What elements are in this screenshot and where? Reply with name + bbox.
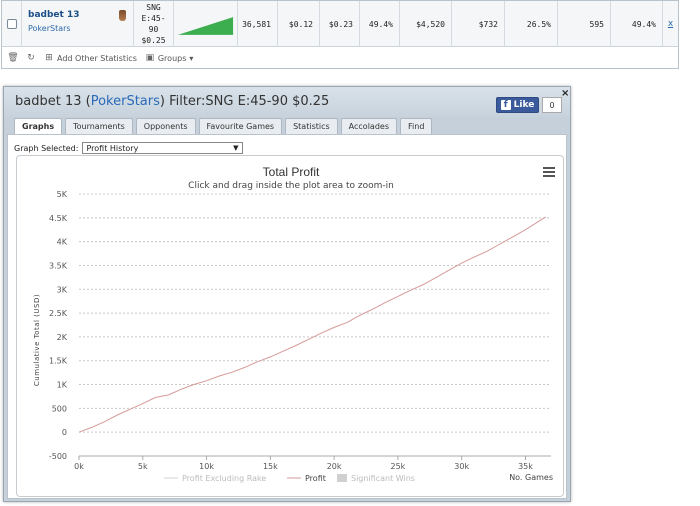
x-tick-label: 0k [74,462,84,471]
profit-series-line [78,216,546,433]
y-tick-label: 3.5K [49,261,68,270]
game-line: $0.25 [141,36,166,45]
profit-chart-svg[interactable]: -500 0 500 1K 1.5K 2K 2.5K 3K 3.5K 4K 4.5K 5K 0k 5k 10… [17,156,565,498]
legend-swatch-significant-wins [337,474,347,482]
graph-selected-label: Graph Selected: [14,143,79,153]
dialog-title: badbet 13 (PokerStars) Filter:SNG E:45-9… [15,94,329,109]
stat-win-pct: 49.4% [611,1,663,47]
stat-rake: $732 [452,1,505,47]
facebook-like-button[interactable]: f Like [496,97,539,113]
stat-games: 36,581 [238,1,278,47]
chart-legend: Profit Excluding Rake Profit Significant… [164,474,415,483]
groups-dropdown[interactable]: ▣ Groups ▾ [145,53,194,63]
y-tick-label: 500 [52,404,67,413]
add-statistics-button[interactable]: ⊞ Add Other Statistics [44,53,137,63]
graph-select-dropdown[interactable]: Profit History ▼ [82,142,244,154]
chevron-down-icon: ▾ [189,53,194,63]
player-graph-dialog: badbet 13 (PokerStars) Filter:SNG E:45-9… [3,86,571,502]
y-tick-label: 2.5K [49,309,68,318]
hand-icon [119,10,126,21]
stats-toolbar: 🗑 ↻ ⊞ Add Other Statistics ▣ Groups ▾ [2,48,678,68]
graphs-panel: Graph Selected: Profit History ▼ -500 0 50… [7,134,567,499]
y-axis-label: Cumulative Total (USD) [33,294,41,386]
dropdown-arrow-icon: ▼ [233,144,239,152]
refresh-icon[interactable]: ↻ [26,53,36,63]
trash-icon[interactable]: 🗑 [7,53,18,63]
row-checkbox-cell[interactable] [2,1,22,47]
close-icon[interactable]: × [561,88,569,99]
game-line: 90 [148,25,159,34]
title-player: badbet 13 ( [15,94,91,109]
facebook-icon: f [500,100,511,110]
sparkline-chart [177,17,234,35]
tab-find[interactable]: Find [400,118,433,134]
facebook-like-label: Like [513,100,535,110]
tab-favourite-games[interactable]: Favourite Games [198,118,283,134]
tab-statistics[interactable]: Statistics [285,118,338,134]
profit-chart[interactable]: -500 0 500 1K 1.5K 2K 2.5K 3K 3.5K 4K 4.5K 5K 0k 5k 10… [16,155,564,497]
stat-avg-profit: $0.12 [278,1,320,47]
dialog-tabs: Graphs Tournaments Opponents Favourite G… [14,118,433,134]
stats-row: badbet 13 PokerStars SNG E:45- 90 $0.25 … [2,1,678,47]
x-tick-label: 35k [518,462,533,471]
x-tick-label: 25k [391,462,406,471]
facebook-like-count: 0 [542,97,562,113]
legend-item-significant-wins[interactable]: Significant Wins [351,474,415,483]
chart-menu-icon[interactable] [543,167,555,177]
sparkline-cell [174,1,238,47]
player-name-link[interactable]: badbet 13 [28,10,79,20]
tab-opponents[interactable]: Opponents [135,118,196,134]
stat-avg-stake: $0.23 [320,1,360,47]
add-statistics-label: Add Other Statistics [57,53,137,63]
y-tick-label: 1.5K [49,357,68,366]
groups-label: Groups [157,53,187,63]
sparkline-area [177,17,234,35]
y-tick-label: 2K [57,333,68,342]
groups-icon: ▣ [145,53,155,63]
x-axis-label: No. Games [509,473,553,482]
tab-graphs[interactable]: Graphs [14,118,63,134]
graph-selector: Graph Selected: Profit History ▼ [14,142,244,154]
stats-panel: badbet 13 PokerStars SNG E:45- 90 $0.25 … [1,0,679,69]
title-site-link[interactable]: PokerStars [91,94,160,109]
y-tick-label: 0 [62,428,67,437]
y-tick-label: 4.5K [49,214,68,223]
x-tick-label: 10k [199,462,214,471]
y-tick-label: 3K [57,285,68,294]
y-tick-label: 5K [57,190,68,199]
chart-title: Total Profit [263,165,320,179]
title-filter: ) Filter:SNG E:45-90 $0.25 [159,94,330,109]
x-tick-label: 30k [454,462,469,471]
x-tick-label: 20k [327,462,342,471]
tab-tournaments[interactable]: Tournaments [65,118,133,134]
player-cell: badbet 13 PokerStars [22,1,134,47]
site-link[interactable]: PokerStars [28,24,71,33]
y-tick-label: 4K [57,238,68,247]
legend-item-excluding-rake[interactable]: Profit Excluding Rake [182,474,266,483]
chart-subtitle: Click and drag inside the plot area to z… [188,181,394,191]
dialog-header: badbet 13 (PokerStars) Filter:SNG E:45-9… [4,87,570,117]
stat-ability: 595 [558,1,611,47]
x-tick-label: 15k [263,462,278,471]
game-line: E:45- [141,14,166,23]
graph-select-value: Profit History [86,143,139,153]
legend-item-profit[interactable]: Profit [305,474,326,483]
game-cell: SNG E:45- 90 $0.25 [134,1,174,47]
game-line: SNG [146,3,161,12]
x-tick-label: 5k [138,462,148,471]
stat-itm: 26.5% [505,1,558,47]
tab-accolades[interactable]: Accolades [340,118,397,134]
row-checkbox[interactable] [6,19,17,29]
y-tick-label: -500 [49,452,67,461]
y-tick-label: 1K [57,381,68,390]
remove-row-link[interactable]: x [663,1,678,47]
add-column-icon: ⊞ [45,53,53,63]
stat-total-profit: $4,520 [400,1,452,47]
stat-roi: 49.4% [360,1,400,47]
